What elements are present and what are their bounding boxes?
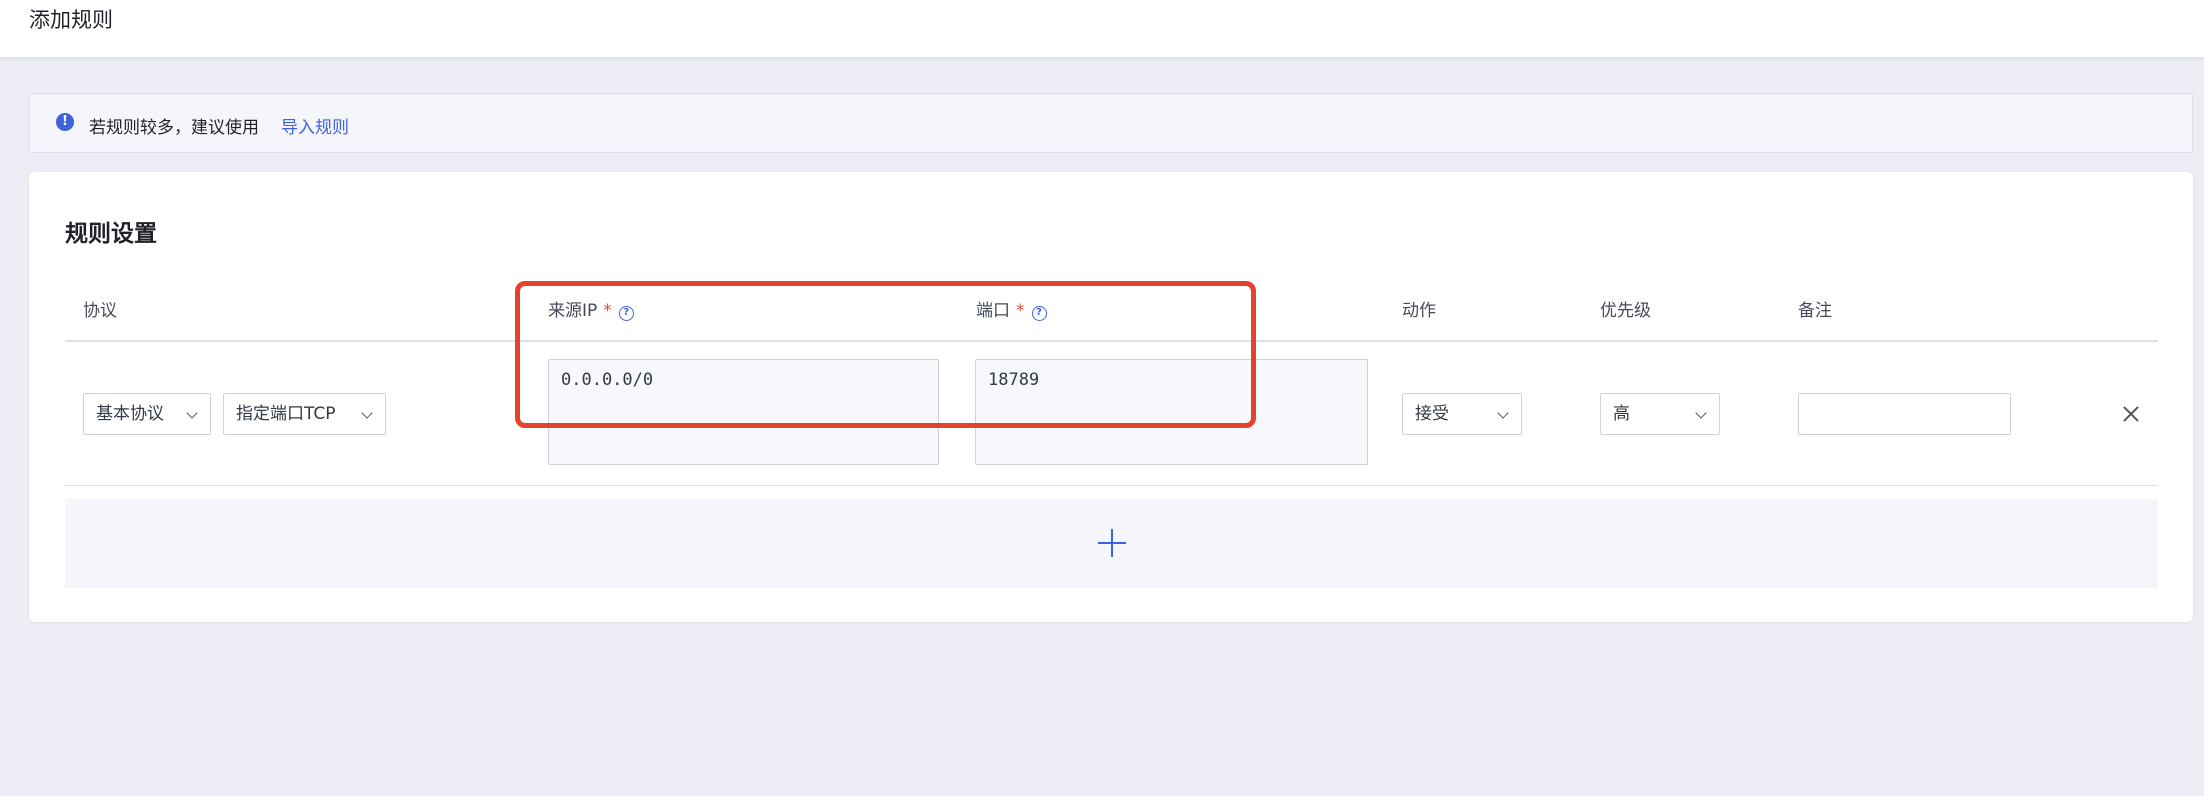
column-header-source-ip: 来源IP *?	[548, 296, 634, 321]
remark-input[interactable]	[1798, 393, 2011, 435]
chevron-down-icon	[1695, 407, 1707, 419]
notice-message: 若规则较多，建议使用	[89, 118, 259, 138]
info-icon: !	[56, 113, 74, 131]
help-icon[interactable]: ?	[1031, 306, 1047, 321]
column-header-action: 动作	[1402, 301, 1436, 321]
add-rule-button[interactable]	[65, 499, 2158, 588]
required-mark: *	[603, 301, 612, 321]
page-title: 添加规则	[29, 8, 113, 32]
row-divider	[65, 485, 2158, 486]
plus-icon	[1098, 529, 1126, 557]
column-header-priority: 优先级	[1600, 301, 1651, 321]
protocol-type-select[interactable]: 基本协议	[83, 393, 211, 435]
port-input[interactable]: 18789	[975, 359, 1368, 465]
column-header-protocol: 协议	[83, 301, 117, 321]
column-header-port: 端口 *?	[976, 296, 1047, 321]
column-header-remark: 备注	[1798, 301, 1832, 321]
action-select[interactable]: 接受	[1402, 393, 1522, 435]
protocol-detail-select[interactable]: 指定端口TCP	[223, 393, 386, 435]
chevron-down-icon	[361, 407, 373, 419]
required-mark: *	[1016, 301, 1025, 321]
info-notice: ! 若规则较多，建议使用 导入规则	[29, 93, 2193, 153]
delete-row-icon[interactable]	[2119, 402, 2143, 426]
chevron-down-icon	[1497, 407, 1509, 419]
section-title: 规则设置	[65, 221, 157, 247]
chevron-down-icon	[186, 407, 198, 419]
priority-select[interactable]: 高	[1600, 393, 1720, 435]
import-rules-link[interactable]: 导入规则	[281, 113, 349, 138]
source-ip-input[interactable]: 0.0.0.0/0	[548, 359, 939, 465]
help-icon[interactable]: ?	[618, 306, 634, 321]
rule-settings-card: 规则设置 协议 来源IP *? 端口 *? 动作 优先级 备注 基本协议 指定端口T…	[29, 172, 2193, 622]
top-bar: 添加规则	[0, 0, 2204, 57]
header-divider	[65, 340, 2158, 342]
